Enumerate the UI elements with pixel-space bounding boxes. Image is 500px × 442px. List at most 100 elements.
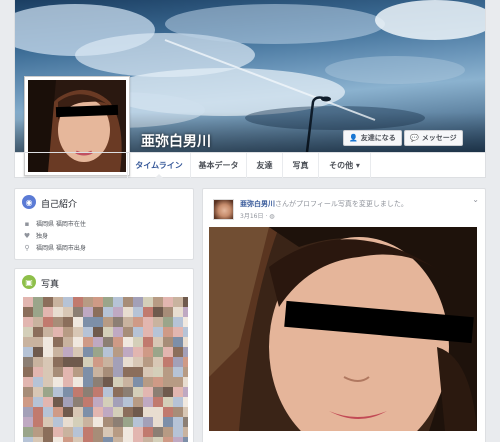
photo-thumbnail-pixel — [133, 397, 143, 407]
photo-thumbnail-pixel — [33, 357, 43, 367]
photo-thumbnail-pixel — [183, 337, 188, 347]
photo-thumbnail-pixel — [73, 357, 83, 367]
photo-thumbnail-pixel — [53, 327, 63, 337]
photo-thumbnail-pixel — [33, 427, 43, 437]
globe-icon: ◍ — [269, 213, 275, 220]
photo-thumbnail-pixel — [23, 387, 33, 397]
add-friend-label: 友達になる — [360, 134, 396, 142]
photos-title[interactable]: 写真 — [41, 277, 59, 290]
photo-thumbnail-pixel — [83, 327, 93, 337]
photo-thumbnail-pixel — [143, 367, 153, 377]
photo-thumbnail-pixel — [143, 317, 153, 327]
photo-thumbnail-pixel — [173, 397, 183, 407]
photo-thumbnail-pixel — [113, 397, 123, 407]
photo-thumbnail-pixel — [83, 397, 93, 407]
photo-thumbnail-pixel — [113, 347, 123, 357]
photo-thumbnail-pixel — [103, 387, 113, 397]
photo-thumbnail-pixel — [83, 297, 93, 307]
post-author-link[interactable]: 亜弥白男川 — [240, 200, 275, 208]
timeline-post: 亜弥白男川さんがプロフィール写真を変更しました。 3月16日 · ◍ ⌄ — [202, 188, 486, 442]
photo-thumbnail-pixel — [33, 337, 43, 347]
photo-thumbnail-pixel — [103, 437, 113, 442]
photo-thumbnail-pixel — [183, 357, 188, 367]
photo-thumbnail-pixel — [123, 367, 133, 377]
photo-thumbnail-pixel — [83, 357, 93, 367]
photo-thumbnail-pixel — [123, 297, 133, 307]
photo-thumbnail-pixel — [133, 427, 143, 437]
photo-thumbnail-pixel — [123, 427, 133, 437]
photo-thumbnail-pixel — [153, 417, 163, 427]
post-author-avatar[interactable] — [213, 199, 234, 220]
photo-thumbnail-pixel — [33, 437, 43, 442]
photo-thumbnail-pixel — [183, 327, 188, 337]
tab-more[interactable]: その他 ▾ — [319, 153, 371, 178]
photo-thumbnail-pixel — [153, 397, 163, 407]
photo-thumbnail-pixel — [73, 407, 83, 417]
photo-thumbnail-pixel — [53, 427, 63, 437]
photo-thumbnail-pixel — [23, 397, 33, 407]
photo-thumbnail-pixel — [133, 407, 143, 417]
photo-grid[interactable] — [23, 297, 188, 442]
photo-thumbnail-pixel — [93, 427, 103, 437]
photo-thumbnail-pixel — [53, 347, 63, 357]
photo-thumbnail-pixel — [153, 427, 163, 437]
photo-thumbnail-pixel — [183, 387, 188, 397]
photo-thumbnail-pixel — [23, 317, 33, 327]
photo-thumbnail-pixel — [113, 407, 123, 417]
photo-thumbnail-pixel — [63, 367, 73, 377]
tab-friends[interactable]: 友達 — [247, 153, 283, 178]
photo-thumbnail-pixel — [153, 357, 163, 367]
photo-thumbnail-pixel — [133, 417, 143, 427]
photo-thumbnail-pixel — [63, 387, 73, 397]
intro-row-text: 福岡県 福岡市出身 — [36, 245, 86, 252]
post-photo[interactable] — [209, 227, 477, 431]
photo-thumbnail-pixel — [163, 407, 173, 417]
profile-name[interactable]: 亜弥白男川 — [141, 131, 211, 151]
photo-icon: ▣ — [22, 275, 36, 289]
photo-thumbnail-pixel — [43, 397, 53, 407]
photo-thumbnail-pixel — [113, 327, 123, 337]
photo-thumbnail-pixel — [53, 307, 63, 317]
post-options-chevron-icon[interactable]: ⌄ — [472, 195, 479, 204]
photo-thumbnail-pixel — [73, 327, 83, 337]
briefcase-icon: ▪ — [24, 219, 30, 228]
photo-thumbnail-pixel — [43, 427, 53, 437]
photo-thumbnail-pixel — [133, 307, 143, 317]
photo-thumbnail-pixel — [33, 307, 43, 317]
tab-photos-label: 写真 — [292, 161, 309, 170]
photo-thumbnail-pixel — [173, 307, 183, 317]
photo-thumbnail-pixel — [53, 357, 63, 367]
photo-thumbnail-pixel — [153, 327, 163, 337]
photo-thumbnail-pixel — [173, 327, 183, 337]
photo-thumbnail-pixel — [133, 387, 143, 397]
photo-thumbnail-pixel — [153, 347, 163, 357]
photo-thumbnail-pixel — [103, 297, 113, 307]
message-button[interactable]: 💬 メッセージ — [404, 130, 463, 146]
add-friend-button[interactable]: 👤 友達になる — [343, 130, 402, 146]
photo-thumbnail-pixel — [163, 337, 173, 347]
photo-thumbnail-pixel — [173, 407, 183, 417]
photo-thumbnail-pixel — [143, 337, 153, 347]
photo-thumbnail-pixel — [63, 317, 73, 327]
photo-thumbnail-pixel — [93, 377, 103, 387]
photo-thumbnail-pixel — [73, 317, 83, 327]
photo-thumbnail-pixel — [23, 427, 33, 437]
tab-about-label: 基本データ — [198, 161, 239, 170]
photo-thumbnail-pixel — [173, 347, 183, 357]
photo-thumbnail-pixel — [73, 337, 83, 347]
photo-thumbnail-pixel — [63, 307, 73, 317]
photo-thumbnail-pixel — [93, 397, 103, 407]
tab-timeline[interactable]: タイムライン — [127, 153, 191, 179]
photo-thumbnail-pixel — [33, 347, 43, 357]
photo-thumbnail-pixel — [163, 307, 173, 317]
photo-thumbnail-pixel — [183, 297, 188, 307]
post-timestamp[interactable]: 3月16日 · ◍ — [240, 211, 274, 220]
photo-thumbnail-pixel — [33, 327, 43, 337]
tab-photos[interactable]: 写真 — [283, 153, 319, 178]
photos-panel: ▣ 写真 — [14, 268, 194, 442]
photo-thumbnail-pixel — [43, 437, 53, 442]
photo-thumbnail-pixel — [53, 367, 63, 377]
tab-about[interactable]: 基本データ — [191, 153, 247, 178]
photo-thumbnail-pixel — [33, 407, 43, 417]
photo-thumbnail-pixel — [73, 367, 83, 377]
